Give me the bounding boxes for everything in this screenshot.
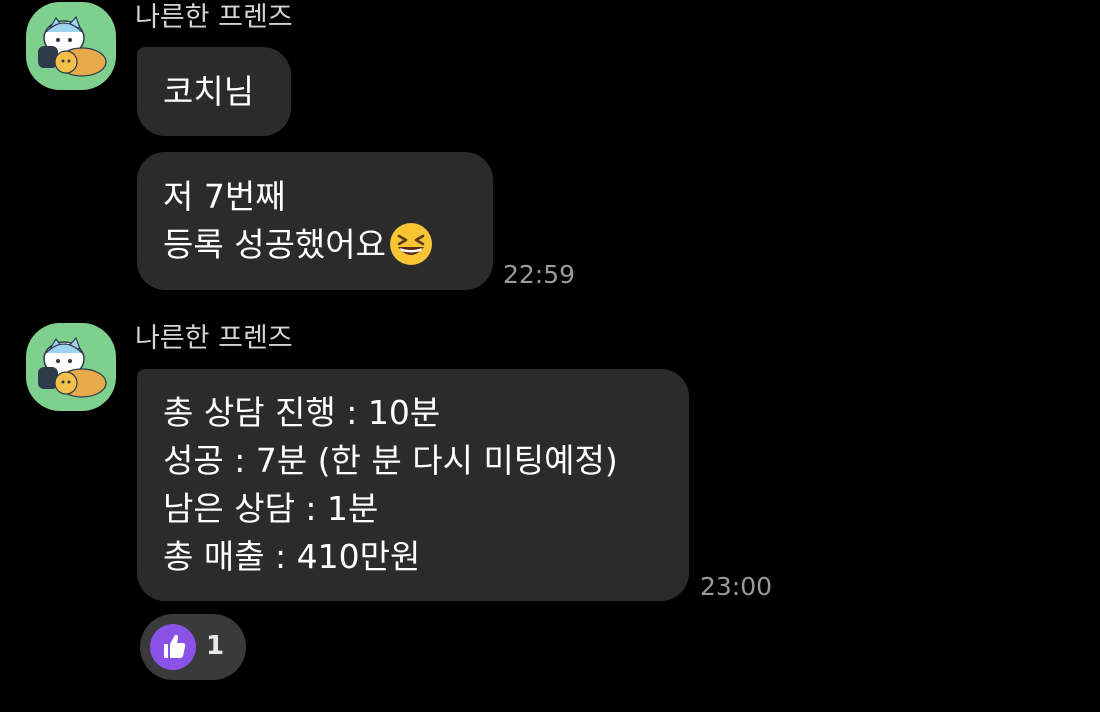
message-text: 코치님	[163, 72, 255, 111]
message-bubble[interactable]: 코치님	[137, 47, 291, 136]
message-text: 성공 : 7분 (한 분 다시 미팅예정)	[163, 441, 618, 480]
message-timestamp: 23:00	[700, 572, 773, 601]
message-text-line: 등록 성공했어요	[163, 221, 467, 269]
reaction-chip[interactable]: 1	[140, 614, 246, 680]
message-text: 총 상담 진행 : 10분	[163, 393, 441, 432]
sender-name: 나른한 프렌즈	[135, 2, 293, 33]
character-avatar-icon	[38, 15, 107, 77]
message-timestamp: 22:59	[503, 260, 576, 289]
thumbs-up-icon	[150, 624, 196, 670]
reaction-count: 1	[206, 631, 225, 661]
message-bubble[interactable]: 저 7번째 등록 성공했어요	[137, 152, 493, 290]
message-text: 남은 상담 : 1분	[163, 489, 379, 528]
grinning-squinting-face-emoji	[390, 222, 433, 265]
sender-avatar[interactable]	[26, 323, 116, 411]
message-bubble[interactable]: 총 상담 진행 : 10분 성공 : 7분 (한 분 다시 미팅예정) 남은 상…	[137, 369, 689, 601]
message-text: 등록 성공했어요	[163, 225, 387, 264]
message-text: 저 7번째	[163, 177, 286, 216]
sender-avatar[interactable]	[26, 2, 116, 90]
character-avatar-icon	[38, 336, 107, 398]
sender-name: 나른한 프렌즈	[135, 323, 293, 354]
message-text: 총 매출 : 410만원	[163, 537, 421, 576]
